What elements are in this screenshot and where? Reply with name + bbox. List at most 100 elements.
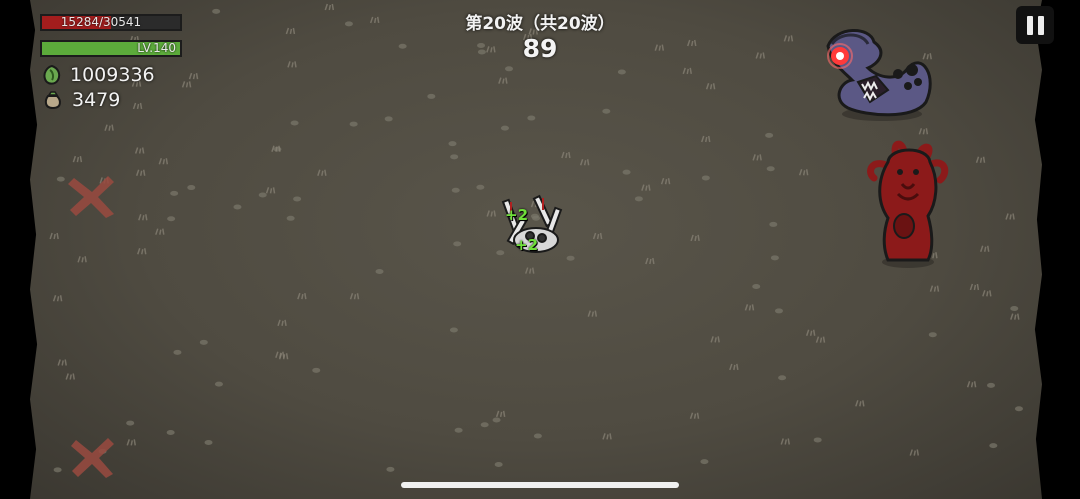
ground-tuft [170, 190, 179, 196]
spawn-marker-x [71, 438, 114, 478]
ground-tuft [494, 462, 503, 468]
ground-tuft [1005, 213, 1015, 220]
ground-tuft [498, 77, 508, 84]
ground-tuft [645, 257, 655, 265]
ground-tuft [312, 367, 321, 373]
pause-button[interactable] [1016, 6, 1054, 44]
ground-tuft [622, 169, 631, 175]
ground-tuft [134, 147, 145, 154]
ground-tuft [524, 267, 535, 274]
ground-tuft [855, 400, 865, 407]
ground-tuft [980, 245, 990, 253]
ground-tuft [587, 310, 598, 317]
ground-tuft [57, 359, 67, 366]
ground-tuft [181, 81, 192, 88]
ground-tuft [561, 151, 571, 159]
heal-number: +2 [505, 206, 529, 224]
ground-tuft [453, 241, 462, 247]
ground-tuft [1014, 406, 1023, 412]
ground-tuft [349, 293, 360, 300]
ground-tuft [317, 169, 327, 176]
ground-tuft [700, 459, 709, 465]
ground-tuft [982, 290, 992, 297]
ground-tuft [928, 332, 937, 338]
ground-tuft [602, 433, 612, 440]
ground-tuft [386, 466, 395, 472]
ground-tuft [155, 228, 165, 235]
ground-tuft [909, 449, 919, 456]
ground-tuft [137, 247, 147, 255]
ground-tuft [53, 467, 62, 473]
ground-tuft [448, 141, 457, 147]
ground-tuft [975, 156, 986, 163]
ground-tuft [805, 329, 816, 336]
ground-tuft [204, 440, 213, 446]
ground-tuft [765, 132, 774, 138]
ground-tuft [969, 283, 980, 291]
ground-tuft [780, 438, 790, 445]
ground-tuft [451, 187, 460, 193]
ground-tuft [173, 349, 182, 355]
ground-tuft [77, 256, 87, 263]
ground-tuft [701, 135, 711, 143]
ground-tuft [375, 269, 384, 275]
ground-tuft [492, 417, 501, 423]
ground-tuft [49, 232, 59, 240]
ground-tuft [579, 159, 590, 166]
ground-tuft [705, 82, 716, 90]
ground-tuft [166, 430, 175, 436]
ground-tuft [275, 351, 285, 359]
ground-tuft [617, 69, 626, 75]
ground-tuft [384, 116, 393, 122]
green-gem-icon [43, 65, 61, 85]
ground-tuft [701, 175, 710, 181]
bag-counter: 3479 [42, 89, 120, 111]
ground-tuft [815, 336, 826, 343]
ground-tuft [813, 437, 822, 443]
ground-tuft [104, 124, 114, 131]
ground-tuft [752, 154, 762, 161]
ground-tuft [500, 125, 509, 131]
game-screen[interactable]: +2 +2 15284/30541 LV.140 1009336 3479 第2… [0, 0, 1080, 499]
ground-tuft [233, 204, 242, 210]
ground-tuft [533, 433, 542, 439]
money-bag-icon [44, 91, 61, 110]
ground-tuft [126, 439, 136, 446]
ground-tuft [132, 102, 143, 110]
ground-tuft [199, 339, 208, 345]
ground-tuft [167, 216, 176, 222]
ground-tuft [1010, 306, 1019, 312]
ground-tuft [135, 169, 146, 176]
ground-tuft [277, 319, 287, 327]
ground-tuft [966, 380, 977, 388]
ground-tuft [449, 327, 458, 333]
ground-tuft [766, 166, 775, 172]
ground-tuft [286, 215, 295, 221]
materials-counter: 1009336 [42, 64, 155, 86]
ground-tuft [729, 363, 739, 371]
ground-tuft [214, 381, 223, 387]
bag-value: 3479 [72, 89, 121, 111]
home-indicator[interactable] [401, 482, 679, 488]
ground-tuft [660, 177, 671, 185]
ground-tuft [989, 443, 998, 449]
wave-timer: 89 [522, 34, 558, 63]
heal-number: +2 [515, 236, 539, 254]
ground-tuft [65, 373, 75, 380]
ground-tuft [427, 93, 436, 99]
ground-tuft [690, 234, 700, 242]
ground-tuft [52, 294, 63, 302]
ground-tuft [592, 232, 603, 240]
ground-tuft [778, 375, 787, 381]
ground-tuft [72, 155, 83, 163]
ground-tuft [258, 192, 267, 198]
ground-tuft [987, 382, 996, 388]
ground-tuft [918, 128, 929, 135]
materials-value: 1009336 [70, 64, 155, 86]
spawn-marker-x [68, 176, 114, 218]
ground-tuft [929, 285, 940, 292]
ground-tuft [769, 221, 778, 227]
ground-tuft [476, 184, 485, 190]
ground-tuft [682, 67, 692, 75]
ground-tuft [689, 412, 700, 419]
